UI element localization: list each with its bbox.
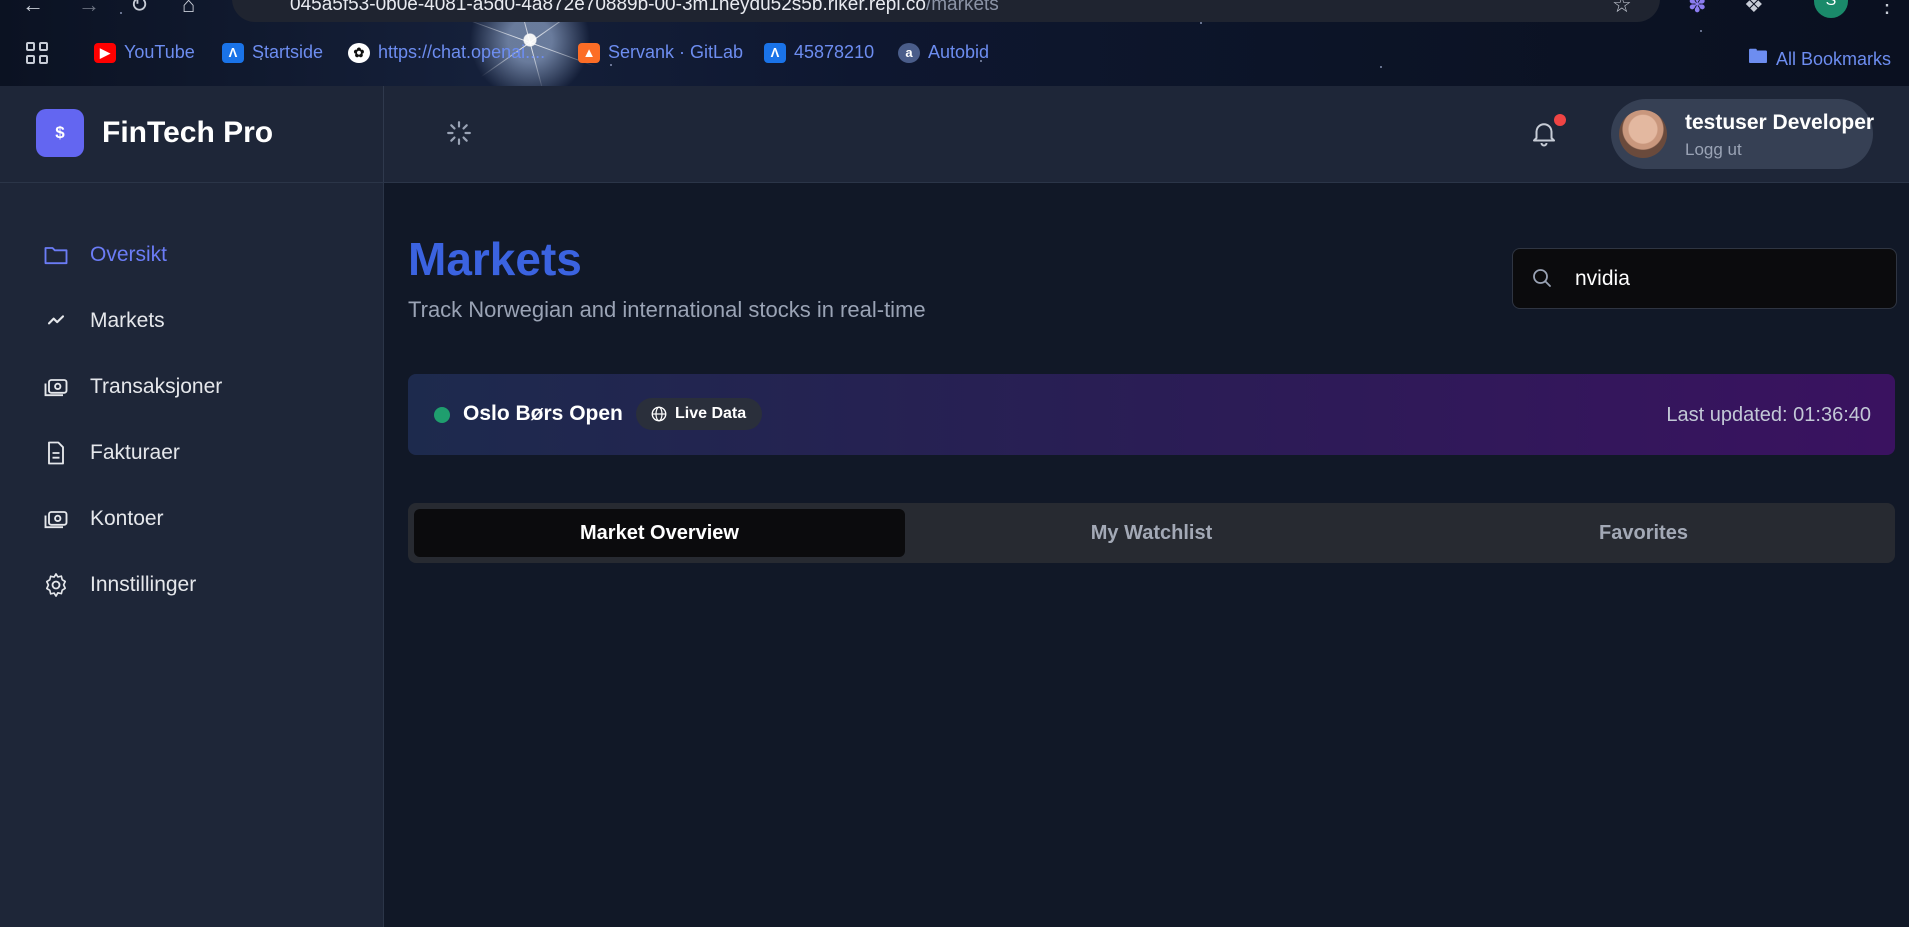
extensions-puzzle-icon[interactable]: ❖ — [1744, 0, 1764, 18]
back-icon[interactable]: ← — [22, 0, 44, 18]
tab-my-watchlist[interactable]: My Watchlist — [906, 509, 1397, 557]
brand-logo: $ — [36, 109, 84, 157]
cash-icon — [44, 511, 68, 529]
sidebar-item-kontoer[interactable]: Kontoer — [42, 505, 164, 533]
bookmark-gitlab[interactable]: ▲ Servank · GitLab — [578, 42, 743, 63]
search-input[interactable] — [1573, 261, 1877, 297]
logout-link[interactable]: Logg ut — [1685, 140, 1742, 160]
bookmark-openai[interactable]: ✿ https://chat.openai.... — [348, 42, 545, 63]
page-title: Markets — [408, 233, 582, 285]
startside-icon: Λ — [222, 42, 244, 63]
avatar — [1619, 110, 1667, 158]
gear-icon — [45, 573, 67, 597]
brand[interactable]: $ FinTech Pro — [36, 109, 273, 157]
app-header: $ FinTech Pro testuser Developer Logg ut — [0, 86, 1909, 183]
globe-icon — [651, 406, 667, 422]
market-tabs: Market Overview My Watchlist Favorites — [408, 503, 1895, 563]
sidebar: Oversikt Markets Transaksjoner Fakturaer… — [0, 183, 384, 927]
header-divider — [383, 86, 384, 182]
search-box[interactable] — [1512, 248, 1897, 309]
home-icon[interactable]: ⌂ — [182, 0, 195, 18]
sidebar-item-oversikt[interactable]: Oversikt — [42, 241, 167, 269]
last-updated: Last updated: 01:36:40 — [1666, 404, 1871, 426]
notification-badge — [1554, 114, 1566, 126]
extension-icon[interactable]: ✽ — [1688, 0, 1706, 18]
sidebar-item-markets[interactable]: Markets — [42, 307, 165, 335]
gitlab-icon: ▲ — [578, 42, 600, 63]
user-name: testuser Developer — [1685, 111, 1875, 134]
bookmark-youtube[interactable]: ▶ YouTube — [94, 42, 195, 63]
cash-icon — [44, 379, 68, 397]
sidebar-item-transaksjoner[interactable]: Transaksjoner — [42, 373, 222, 401]
youtube-icon: ▶ — [94, 42, 116, 63]
forward-icon[interactable]: → — [78, 0, 100, 18]
bookmarks-bar: ▶ YouTube Λ Startside ✿ https://chat.ope… — [0, 38, 1909, 69]
reload-icon[interactable]: ↻ — [130, 0, 148, 18]
search-icon — [1533, 269, 1551, 287]
menu-kebab-icon[interactable]: ⋮ — [1876, 0, 1898, 18]
tab-market-overview[interactable]: Market Overview — [414, 509, 905, 557]
profile-avatar[interactable]: S — [1814, 0, 1848, 18]
sidebar-item-fakturaer[interactable]: Fakturaer — [42, 439, 180, 467]
loading-spinner-icon — [447, 121, 471, 145]
bookmark-autobid[interactable]: a Autobid — [898, 42, 989, 63]
brand-name: FinTech Pro — [102, 116, 274, 149]
openai-icon: ✿ — [348, 42, 370, 63]
user-menu[interactable]: testuser Developer Logg ut — [1611, 99, 1875, 169]
bookmark-45878210[interactable]: Λ 45878210 — [764, 42, 874, 63]
bookmark-star-icon[interactable]: ☆ — [1612, 0, 1632, 18]
autobid-icon: a — [898, 42, 920, 63]
status-indicator — [434, 407, 450, 423]
market-status-text: Oslo Børs Open — [463, 402, 623, 425]
sidebar-item-innstillinger[interactable]: Innstillinger — [42, 571, 196, 599]
bookmark-startside[interactable]: Λ Startside — [222, 42, 323, 63]
folder-icon — [44, 247, 68, 265]
url-text[interactable]: 045a5f53-0b0e-4081-a5d0-4a872e70889b-00-… — [290, 0, 999, 16]
browser-toolbar: ← → ↻ ⌂ 045a5f53-0b0e-4081-a5d0-4a872e70… — [0, 0, 1909, 91]
all-bookmarks[interactable]: 🖿 All Bookmarks — [1748, 42, 1891, 76]
tab-favorites[interactable]: Favorites — [1398, 509, 1889, 557]
folder-icon: 🖿 — [1748, 46, 1768, 68]
document-icon — [48, 441, 64, 465]
market-status-banner: Oslo Børs Open Live Data Last updated: 0… — [408, 374, 1895, 455]
trend-icon — [47, 315, 65, 325]
live-data-badge: Live Data — [636, 398, 763, 430]
startside-icon: Λ — [764, 42, 786, 63]
page-subtitle: Track Norwegian and international stocks… — [408, 297, 926, 322]
